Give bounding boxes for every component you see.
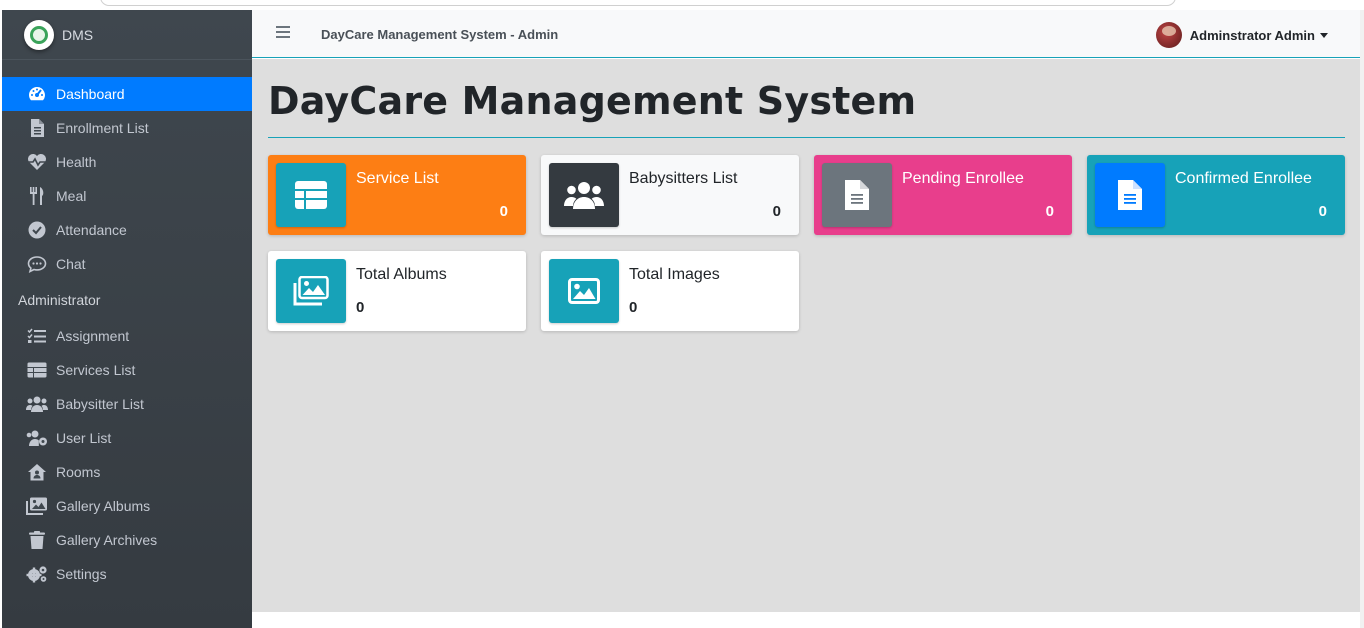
sidebar-header-administrator: Administrator bbox=[18, 292, 101, 308]
sidebar-item-label: Dashboard bbox=[56, 86, 125, 102]
menu-toggle-icon[interactable] bbox=[276, 26, 290, 38]
sidebar-item-label: Attendance bbox=[56, 222, 127, 238]
images-icon bbox=[26, 496, 48, 516]
footer bbox=[252, 612, 1360, 628]
image-icon bbox=[549, 259, 619, 323]
sidebar-item-label: Babysitter List bbox=[56, 396, 144, 412]
address-bar[interactable] bbox=[100, 0, 1176, 6]
users-icon bbox=[26, 394, 48, 414]
sidebar-item-label: Gallery Albums bbox=[56, 498, 151, 514]
sidebar-item-label: Assignment bbox=[56, 328, 130, 344]
info-box-number: 0 bbox=[1318, 203, 1327, 220]
sidebar-item-user-list[interactable]: User List bbox=[2, 421, 252, 455]
top-navbar: DayCare Management System - Admin Admins… bbox=[252, 10, 1360, 58]
file-alt-icon bbox=[1095, 163, 1165, 227]
info-box-total-albums[interactable]: Total Albums 0 bbox=[268, 251, 526, 331]
info-box-total-images[interactable]: Total Images 0 bbox=[541, 251, 799, 331]
info-box-label: Pending Enrollee bbox=[902, 170, 1024, 187]
info-box-pending-enrollee[interactable]: Pending Enrollee 0 bbox=[814, 155, 1072, 235]
sidebar-item-enrollment-list[interactable]: Enrollment List bbox=[2, 111, 252, 145]
sidebar-item-label: Chat bbox=[56, 256, 86, 272]
sidebar-item-services-list[interactable]: Services List bbox=[2, 353, 252, 387]
cogs-icon bbox=[26, 564, 48, 584]
brand-link[interactable]: DMS bbox=[2, 10, 252, 60]
tasks-icon bbox=[26, 326, 48, 346]
info-box-number: 0 bbox=[356, 299, 365, 316]
info-box-babysitters-list[interactable]: Babysitters List 0 bbox=[541, 155, 799, 235]
users-cog-icon bbox=[26, 428, 48, 448]
info-box-label: Total Images bbox=[629, 266, 720, 283]
sidebar-item-label: Rooms bbox=[56, 464, 101, 480]
sidebar-item-rooms[interactable]: Rooms bbox=[2, 455, 252, 489]
info-box-label: Confirmed Enrollee bbox=[1175, 170, 1312, 187]
browser-top-strip bbox=[0, 0, 1364, 8]
images-icon bbox=[276, 259, 346, 323]
caret-down-icon bbox=[1320, 32, 1328, 38]
info-box-number: 0 bbox=[1045, 203, 1054, 220]
info-box-service-list[interactable]: Service List 0 bbox=[268, 155, 526, 235]
table-icon bbox=[276, 163, 346, 227]
sidebar-item-label: Settings bbox=[56, 566, 107, 582]
sidebar-nav: Dashboard Enrollment List Health Meal At… bbox=[2, 77, 252, 591]
brand-logo bbox=[24, 19, 54, 50]
comment-icon bbox=[26, 254, 48, 274]
users-icon bbox=[549, 163, 619, 227]
page-title: DayCare Management System bbox=[268, 79, 917, 123]
main-content: DayCare Management System Service List 0… bbox=[252, 59, 1360, 612]
sidebar-item-meal[interactable]: Meal bbox=[2, 179, 252, 213]
info-box-confirmed-enrollee[interactable]: Confirmed Enrollee 0 bbox=[1087, 155, 1345, 235]
brand-name: DMS bbox=[62, 26, 94, 43]
sidebar-item-assignment[interactable]: Assignment bbox=[2, 319, 252, 353]
info-box-number: 0 bbox=[629, 299, 638, 316]
sidebar-item-label: User List bbox=[56, 430, 112, 446]
sidebar-item-label: Enrollment List bbox=[56, 120, 149, 136]
house-user-icon bbox=[26, 462, 48, 482]
info-box-number: 0 bbox=[499, 203, 508, 220]
sidebar-item-label: Health bbox=[56, 154, 97, 170]
title-divider bbox=[268, 137, 1345, 138]
sidebar-item-chat[interactable]: Chat bbox=[2, 247, 252, 281]
tachometer-icon bbox=[26, 84, 48, 104]
sidebar-item-label: Gallery Archives bbox=[56, 532, 158, 548]
trash-icon bbox=[26, 530, 48, 550]
user-name: Adminstrator Admin bbox=[1189, 27, 1315, 43]
sidebar-item-label: Meal bbox=[56, 188, 87, 204]
info-box-number: 0 bbox=[772, 203, 781, 220]
utensils-icon bbox=[26, 186, 48, 206]
file-icon bbox=[26, 118, 48, 138]
sidebar-item-health[interactable]: Health bbox=[2, 145, 252, 179]
file-alt-icon bbox=[822, 163, 892, 227]
table-icon bbox=[26, 360, 48, 380]
navbar-title: DayCare Management System - Admin bbox=[321, 27, 559, 42]
info-box-label: Total Albums bbox=[356, 266, 447, 283]
sidebar-item-gallery-archives[interactable]: Gallery Archives bbox=[2, 523, 252, 557]
sidebar-item-gallery-albums[interactable]: Gallery Albums bbox=[2, 489, 252, 523]
sidebar-item-settings[interactable]: Settings bbox=[2, 557, 252, 591]
sidebar-item-dashboard[interactable]: Dashboard bbox=[2, 77, 252, 111]
check-circle-icon bbox=[26, 220, 48, 240]
avatar bbox=[1155, 22, 1182, 48]
sidebar-item-babysitter-list[interactable]: Babysitter List bbox=[2, 387, 252, 421]
sidebar-item-label: Services List bbox=[56, 362, 136, 378]
info-box-label: Babysitters List bbox=[629, 170, 738, 187]
sidebar: DMS Dashboard Enrollment List Health Mea… bbox=[2, 10, 252, 628]
sidebar-item-attendance[interactable]: Attendance bbox=[2, 213, 252, 247]
info-box-label: Service List bbox=[356, 170, 439, 187]
scrollbar[interactable] bbox=[1360, 10, 1364, 628]
user-menu[interactable]: Adminstrator Admin bbox=[1155, 22, 1328, 48]
heartbeat-icon bbox=[26, 152, 48, 172]
